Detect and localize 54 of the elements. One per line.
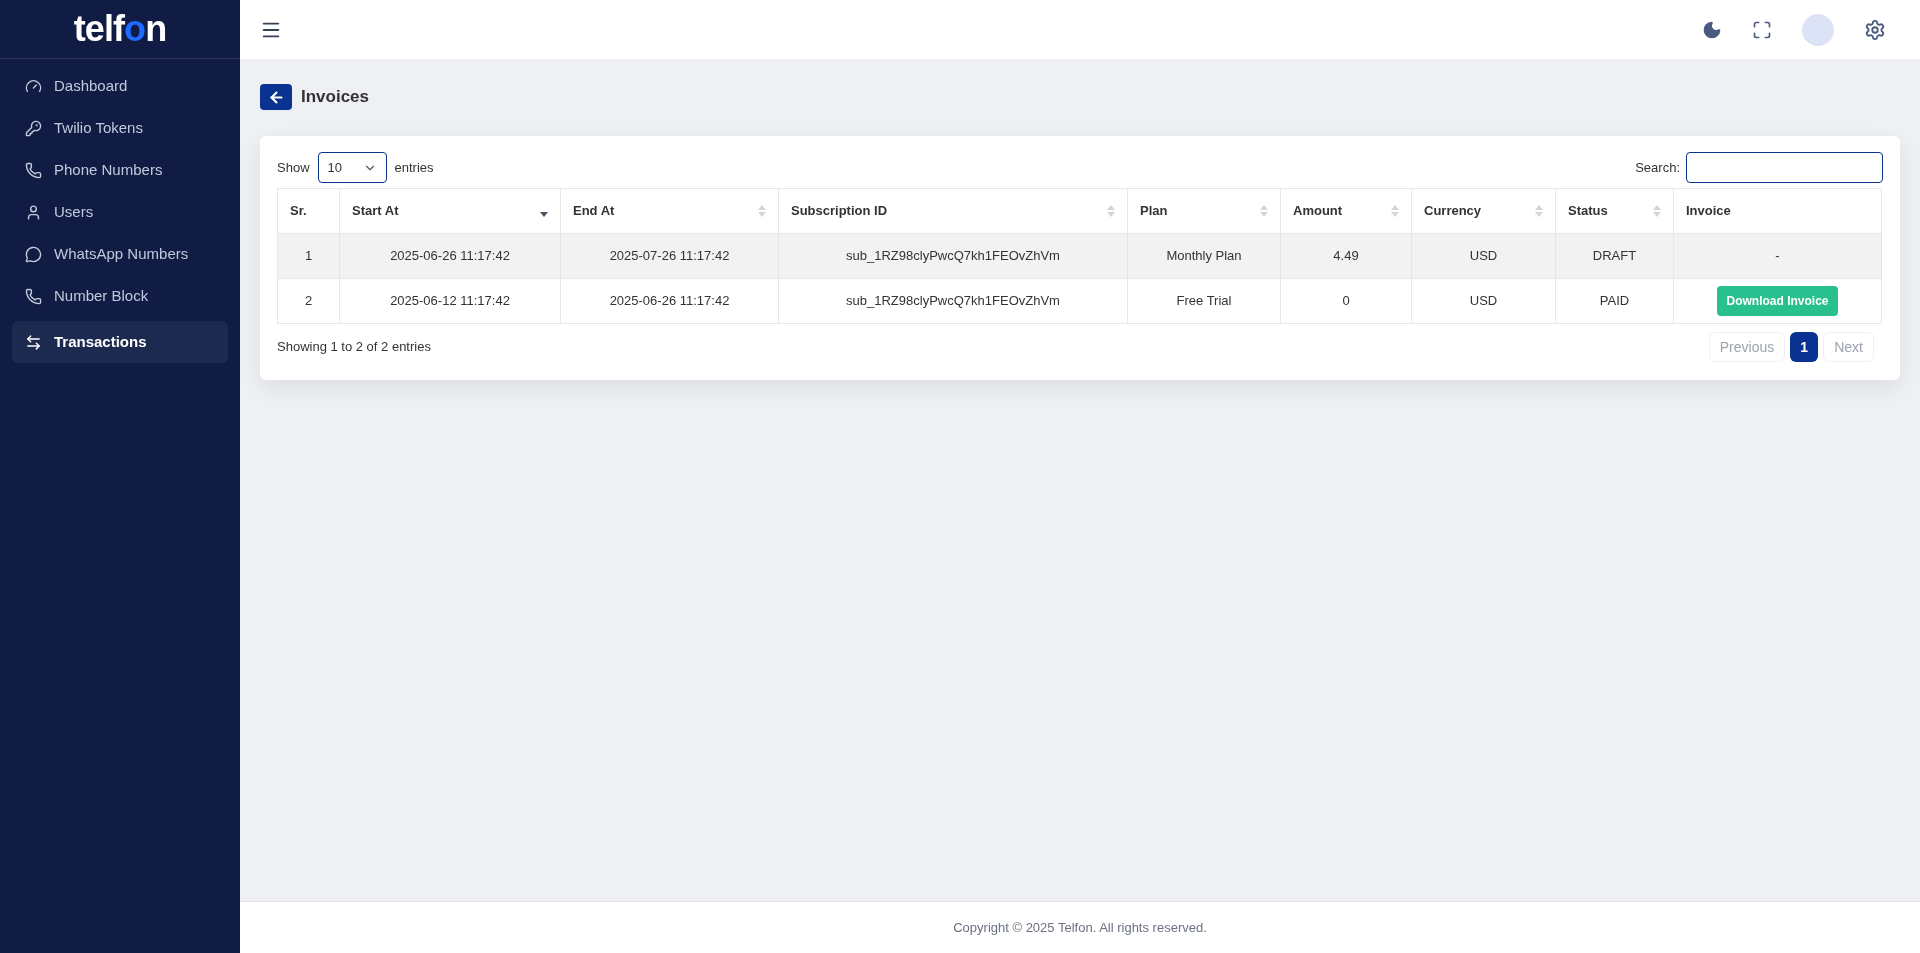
column-header: Sr. bbox=[277, 188, 340, 234]
table-cell: 2025-06-26 11:17:42 bbox=[560, 278, 779, 324]
table-cell: 2 bbox=[277, 278, 340, 324]
table-cell: 2025-06-26 11:17:42 bbox=[339, 233, 561, 279]
page-button[interactable]: 1 bbox=[1790, 332, 1819, 362]
table-cell: DRAFT bbox=[1555, 233, 1674, 279]
column-header[interactable]: Status bbox=[1555, 188, 1674, 234]
key-icon bbox=[25, 119, 42, 137]
back-button[interactable] bbox=[260, 84, 292, 110]
table-cell: - bbox=[1775, 248, 1780, 264]
column-header[interactable]: Subscription ID bbox=[778, 188, 1128, 234]
settings-icon[interactable] bbox=[1864, 18, 1886, 41]
table-cell: USD bbox=[1411, 233, 1556, 279]
table-cell: 2025-07-26 11:17:42 bbox=[560, 233, 779, 279]
copyright-text: Copyright © 2025 Telfon. All rights reserved. bbox=[953, 918, 1207, 937]
table-cell: sub_1RZ98clyPwcQ7kh1FEOvZhVm bbox=[778, 278, 1128, 324]
sidebar-item[interactable]: Phone Numbers bbox=[12, 153, 228, 187]
sidebar-item[interactable]: Twilio Tokens bbox=[12, 111, 228, 145]
column-header[interactable]: Plan bbox=[1127, 188, 1281, 234]
user-icon bbox=[25, 203, 42, 221]
table-cell: sub_1RZ98clyPwcQ7kh1FEOvZhVm bbox=[778, 233, 1128, 279]
sidebar-item[interactable]: WhatsApp Numbers bbox=[12, 237, 228, 271]
phone-icon bbox=[25, 287, 42, 305]
table-cell: PAID bbox=[1555, 278, 1674, 324]
phone-icon bbox=[25, 161, 42, 179]
column-header[interactable]: End At bbox=[560, 188, 779, 234]
table-cell: Free Trial bbox=[1127, 278, 1281, 324]
column-header[interactable]: Currency bbox=[1411, 188, 1556, 234]
table-cell: 4.49 bbox=[1280, 233, 1412, 279]
chat-bubble-icon bbox=[25, 245, 42, 263]
table-cell: Monthly Plan bbox=[1127, 233, 1281, 279]
page-title: Invoices bbox=[301, 86, 370, 109]
search-field[interactable] bbox=[1686, 152, 1883, 183]
search-label: Search: bbox=[1635, 158, 1680, 177]
column-header[interactable]: Amount bbox=[1280, 188, 1412, 234]
sidebar-item[interactable]: Transactions bbox=[12, 321, 228, 363]
column-header[interactable]: Start At bbox=[339, 188, 561, 234]
page-size-select[interactable]: 10 bbox=[317, 152, 387, 183]
table-cell: USD bbox=[1411, 278, 1556, 324]
arrows-icon bbox=[25, 333, 42, 351]
moon-icon[interactable] bbox=[1702, 19, 1722, 40]
table-cell: 0 bbox=[1280, 278, 1412, 324]
sidebar-item[interactable]: Dashboard bbox=[12, 69, 228, 103]
column-header: Invoice bbox=[1673, 188, 1882, 234]
entries-label: entries bbox=[394, 158, 434, 177]
sidebar-item[interactable]: Number Block bbox=[12, 279, 228, 313]
telfon-logo[interactable]: telfon bbox=[73, 11, 167, 47]
show-label: Show bbox=[277, 158, 310, 177]
fullscreen-icon[interactable] bbox=[1752, 19, 1772, 40]
table-cell: 1 bbox=[277, 233, 340, 279]
sidebar-item[interactable]: Users bbox=[12, 195, 228, 229]
gauge-icon bbox=[25, 77, 42, 95]
table-info: Showing 1 to 2 of 2 entries bbox=[277, 338, 431, 357]
table-cell: 2025-06-12 11:17:42 bbox=[339, 278, 561, 324]
